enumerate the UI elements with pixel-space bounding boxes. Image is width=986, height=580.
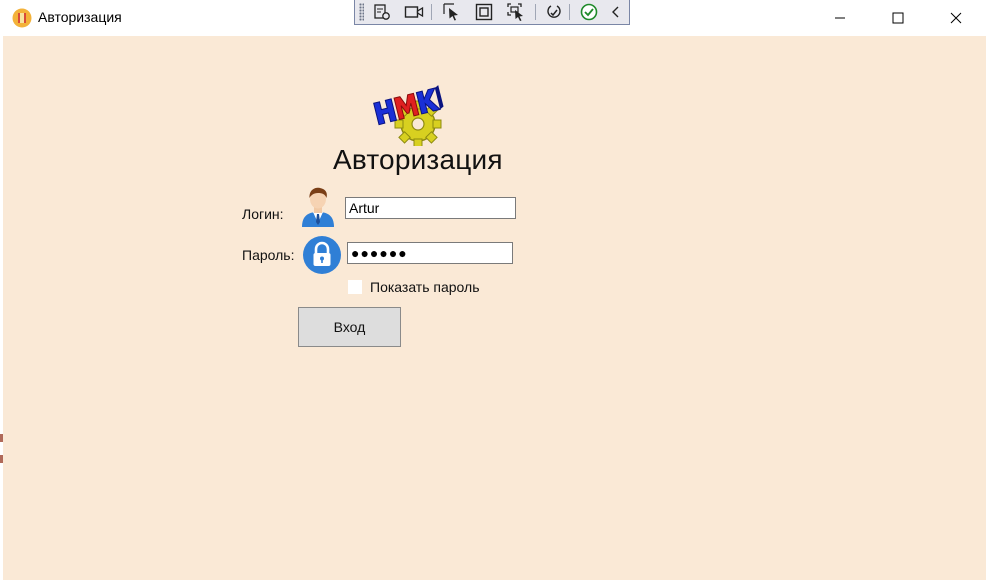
accessibility-check-icon xyxy=(580,3,598,21)
select-element-icon xyxy=(443,3,458,21)
toolbar-separator xyxy=(431,4,432,20)
password-label: Пароль: xyxy=(242,247,295,263)
close-button[interactable] xyxy=(927,0,985,36)
select-element-button[interactable] xyxy=(441,2,463,22)
track-focus-icon xyxy=(507,3,523,21)
collapse-icon xyxy=(612,6,619,18)
accessibility-check-button[interactable] xyxy=(578,2,600,22)
display-layout-adorners-icon xyxy=(475,3,493,21)
display-layout-adorners-button[interactable] xyxy=(473,2,495,22)
runtime-debug-toolbar xyxy=(354,0,630,25)
login-button[interactable]: Вход xyxy=(298,307,401,347)
window-title: Авторизация xyxy=(38,9,122,25)
app-icon xyxy=(12,8,32,28)
binding-failures-icon xyxy=(547,5,561,18)
show-password-label[interactable]: Показать пароль xyxy=(370,279,480,295)
toolbar-separator xyxy=(569,4,570,20)
maximize-button[interactable] xyxy=(869,0,927,36)
collapse-toolbar-button[interactable] xyxy=(605,2,627,22)
visual-tree-icon xyxy=(374,4,390,20)
title-bar[interactable]: Авторизация xyxy=(0,0,986,36)
record-button[interactable] xyxy=(403,2,425,22)
page-title: Авторизация xyxy=(333,144,503,175)
login-input[interactable] xyxy=(345,197,516,219)
login-label: Логин: xyxy=(242,206,284,222)
password-input[interactable] xyxy=(347,242,513,264)
lock-icon xyxy=(303,236,341,274)
login-window: Авторизация Авторизация Логин: Artur Пар… xyxy=(0,0,986,580)
toolbar-grip[interactable] xyxy=(359,3,364,21)
company-logo xyxy=(373,85,444,146)
minimize-icon xyxy=(835,17,845,19)
track-focus-button[interactable] xyxy=(505,2,527,22)
show-password-checkbox[interactable] xyxy=(348,280,362,294)
close-icon xyxy=(950,12,962,24)
binding-failures-button[interactable] xyxy=(543,2,565,22)
toolbar-separator xyxy=(535,4,536,20)
minimize-button[interactable] xyxy=(811,0,869,36)
form-background xyxy=(3,36,986,580)
visual-tree-button[interactable] xyxy=(371,2,393,22)
record-icon xyxy=(404,6,424,18)
user-icon xyxy=(302,187,334,227)
maximize-icon xyxy=(892,12,904,24)
